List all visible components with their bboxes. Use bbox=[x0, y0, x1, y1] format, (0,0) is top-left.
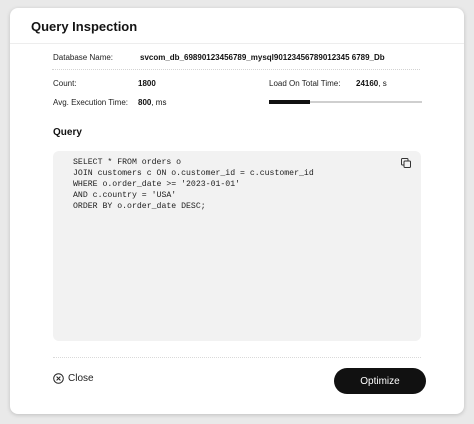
query-inspection-dialog: Query Inspection Database Name: svcom_db… bbox=[10, 8, 464, 414]
database-name-label: Database Name: bbox=[53, 53, 114, 62]
query-code-block: SELECT * FROM orders o JOIN customers c … bbox=[53, 151, 421, 341]
avg-execution-label: Avg. Execution Time: bbox=[53, 98, 128, 107]
load-total-label: Load On Total Time: bbox=[269, 79, 341, 88]
count-label: Count: bbox=[53, 79, 77, 88]
close-circle-icon bbox=[53, 373, 64, 384]
dialog-title: Query Inspection bbox=[31, 19, 138, 34]
query-heading: Query bbox=[53, 127, 82, 138]
load-total-value: 24160, s bbox=[356, 79, 387, 88]
database-divider bbox=[52, 69, 420, 70]
copy-icon[interactable] bbox=[400, 156, 412, 168]
database-name-value: svcom_db_69890123456789_mysql90123456789… bbox=[140, 53, 385, 62]
load-progress-fill bbox=[269, 100, 311, 104]
load-progress-bar bbox=[269, 100, 422, 104]
close-label: Close bbox=[68, 373, 94, 384]
avg-execution-value: 800, ms bbox=[138, 98, 167, 107]
query-text: SELECT * FROM orders o JOIN customers c … bbox=[73, 158, 314, 211]
optimize-button[interactable]: Optimize bbox=[334, 368, 426, 394]
header-divider bbox=[10, 43, 464, 44]
footer-divider bbox=[53, 357, 421, 358]
count-value: 1800 bbox=[138, 79, 156, 88]
close-button[interactable]: Close bbox=[53, 373, 94, 384]
